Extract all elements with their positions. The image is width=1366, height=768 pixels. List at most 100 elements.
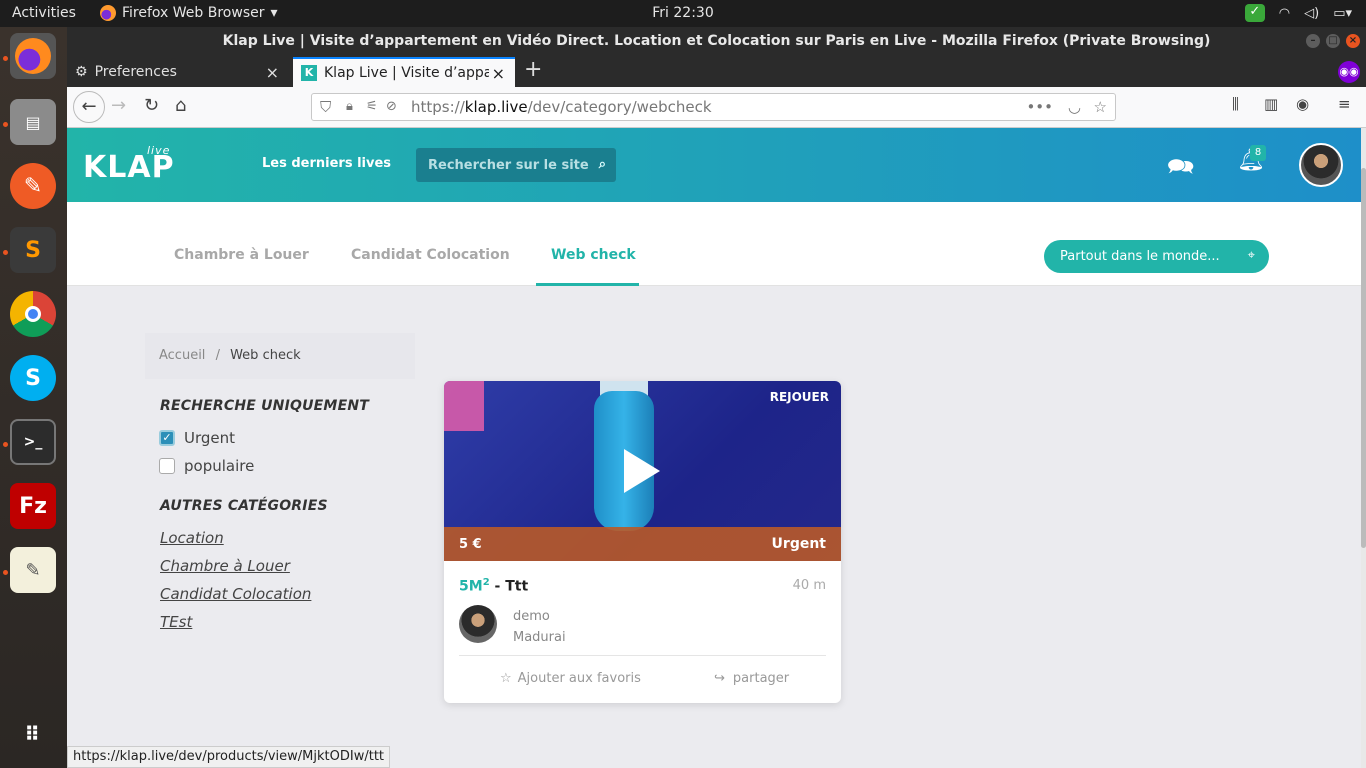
host-avatar[interactable]: [459, 605, 497, 643]
close-tab-icon[interactable]: ×: [266, 63, 279, 82]
category-link-candidat[interactable]: Candidat Colocation: [160, 585, 311, 603]
shield-icon[interactable]: ⛉: [320, 94, 331, 120]
close-tab-icon[interactable]: ×: [492, 64, 505, 83]
replay-label[interactable]: REJOUER: [770, 390, 829, 404]
minimize-button[interactable]: –: [1306, 34, 1320, 48]
tab-preferences[interactable]: ⚙ Preferences ×: [67, 57, 289, 87]
price-bar: 5 € Urgent: [444, 527, 841, 561]
messages-icon[interactable]: 🗪︎: [1167, 150, 1197, 180]
sublime-dock-icon[interactable]: S: [10, 227, 56, 273]
new-tab-button[interactable]: +: [524, 57, 542, 82]
reload-button[interactable]: ↻: [144, 95, 159, 116]
host-city: Madurai: [513, 630, 566, 645]
tab-klap-live[interactable]: K Klap Live | Visite d’appar ×: [293, 57, 515, 87]
star-icon: ☆: [500, 671, 512, 686]
files-dock-icon[interactable]: ▤: [10, 99, 56, 145]
update-icon[interactable]: ✓: [1244, 4, 1265, 22]
host-name[interactable]: demo: [513, 609, 550, 624]
web-page: KLAP live Les derniers lives Rechercher s…: [67, 128, 1361, 768]
close-window-button[interactable]: ×: [1346, 34, 1360, 48]
permissions-icon[interactable]: ⚟: [366, 94, 378, 120]
battery-icon[interactable]: ▭▾: [1333, 6, 1352, 21]
live-card[interactable]: REJOUER 5 € Urgent 5M2 - Ttt 40 m demo M…: [444, 381, 841, 703]
filter-section-title: RECHERCHE UNIQUEMENT: [160, 398, 369, 414]
page-actions-icon[interactable]: •••: [1026, 94, 1053, 120]
favorite-button[interactable]: ☆ Ajouter aux favoris: [500, 671, 641, 686]
forward-button[interactable]: →: [111, 95, 126, 116]
url-bar[interactable]: ⛉ 🔒︎ ⚟ ⊘ https://klap.live/dev/category/…: [311, 93, 1116, 121]
latest-lives-link[interactable]: Les derniers lives: [262, 156, 391, 171]
window-title: Klap Live | Visite d’appartement en Vidé…: [222, 33, 1211, 49]
klap-favicon-icon: K: [301, 65, 317, 81]
listing-size: 5M: [459, 578, 483, 595]
gear-icon: ⚙: [75, 64, 88, 80]
nav-web-check[interactable]: Web check: [551, 247, 636, 263]
breadcrumb-separator: /: [215, 348, 220, 363]
location-selector[interactable]: Partout dans le monde... ⌖: [1044, 240, 1269, 273]
scrollbar-thumb[interactable]: [1361, 168, 1366, 548]
running-indicator: [3, 442, 8, 447]
populaire-label: populaire: [184, 457, 255, 475]
active-tab-indicator: [536, 283, 639, 286]
menu-icon[interactable]: ≡: [1338, 95, 1351, 113]
site-search-input[interactable]: Rechercher sur le site ⌕: [416, 148, 616, 182]
account-icon[interactable]: ◉: [1296, 95, 1309, 113]
library-icon[interactable]: ⫼: [1232, 95, 1239, 113]
urgent-checkbox[interactable]: ✓: [159, 430, 175, 446]
category-link-chambre[interactable]: Chambre à Louer: [160, 557, 290, 575]
location-pin-icon: ⌖: [1247, 248, 1255, 263]
user-avatar[interactable]: [1299, 143, 1343, 187]
sidebar-icon[interactable]: ▥: [1264, 95, 1278, 113]
nav-candidat-colocation[interactable]: Candidat Colocation: [351, 247, 510, 263]
pocket-icon[interactable]: ◡: [1068, 94, 1081, 120]
lock-icon[interactable]: 🔒︎: [346, 94, 353, 120]
filter-urgent[interactable]: ✓ Urgent: [159, 429, 235, 447]
back-button[interactable]: ←: [73, 91, 105, 123]
breadcrumb-current: Web check: [230, 348, 301, 363]
system-tray[interactable]: ✓ ◠ ◁) ▭▾: [1244, 4, 1352, 22]
search-icon[interactable]: ⌕: [599, 157, 606, 172]
play-icon[interactable]: [624, 449, 660, 493]
show-apps-icon[interactable]: ⠿: [10, 711, 56, 757]
maximize-button[interactable]: □: [1326, 34, 1340, 48]
filezilla-dock-icon[interactable]: Fz: [10, 483, 56, 529]
home-button[interactable]: ⌂: [175, 95, 186, 116]
text-editor-dock-icon[interactable]: ✎: [10, 547, 56, 593]
running-indicator: [3, 56, 8, 61]
filter-populaire[interactable]: populaire: [159, 457, 254, 475]
terminal-dock-icon[interactable]: >_: [10, 419, 56, 465]
listing-name: - Ttt: [494, 578, 529, 595]
volume-icon[interactable]: ◁): [1304, 6, 1319, 21]
postman-dock-icon[interactable]: ✎: [10, 163, 56, 209]
nav-chambre-a-louer[interactable]: Chambre à Louer: [174, 247, 309, 263]
running-indicator: [3, 122, 8, 127]
firefox-dock-icon[interactable]: [10, 33, 56, 79]
page-scrollbar[interactable]: [1361, 128, 1366, 768]
categories-section-title: AUTRES CATÉGORIES: [160, 498, 328, 514]
category-link-location[interactable]: Location: [160, 529, 224, 547]
window-titlebar: Klap Live | Visite d’appartement en Vidé…: [67, 27, 1366, 55]
price: 5 €: [459, 537, 482, 552]
breadcrumb: Accueil / Web check: [145, 333, 415, 379]
category-link-test[interactable]: TEst: [160, 613, 192, 631]
tab-label: Klap Live | Visite d’appar: [324, 65, 489, 81]
category-nav: Chambre à Louer Candidat Colocation Web …: [67, 228, 1361, 286]
wifi-icon[interactable]: ◠: [1279, 6, 1290, 21]
listing-title[interactable]: 5M2 - Ttt: [459, 577, 528, 595]
bookmark-star-icon[interactable]: ☆: [1094, 94, 1107, 120]
dock: ▤ ✎ S S >_ Fz ✎ ⠿: [0, 27, 67, 768]
clock[interactable]: Fri 22:30: [0, 5, 1366, 21]
breadcrumb-home[interactable]: Accueil: [159, 348, 205, 363]
favorite-label: Ajouter aux favoris: [517, 671, 641, 686]
site-logo[interactable]: KLAP live: [83, 144, 175, 185]
tracking-icon[interactable]: ⊘: [386, 94, 397, 120]
thumbnail-detail: [444, 381, 484, 431]
video-thumbnail[interactable]: REJOUER 5 € Urgent: [444, 381, 841, 561]
firefox-window: Klap Live | Visite d’appartement en Vidé…: [67, 27, 1366, 768]
populaire-checkbox[interactable]: [159, 458, 175, 474]
share-button[interactable]: ↪ partager: [714, 671, 789, 686]
chrome-dock-icon[interactable]: [10, 291, 56, 337]
share-label: partager: [732, 671, 790, 686]
search-placeholder: Rechercher sur le site: [428, 158, 589, 173]
skype-dock-icon[interactable]: S: [10, 355, 56, 401]
